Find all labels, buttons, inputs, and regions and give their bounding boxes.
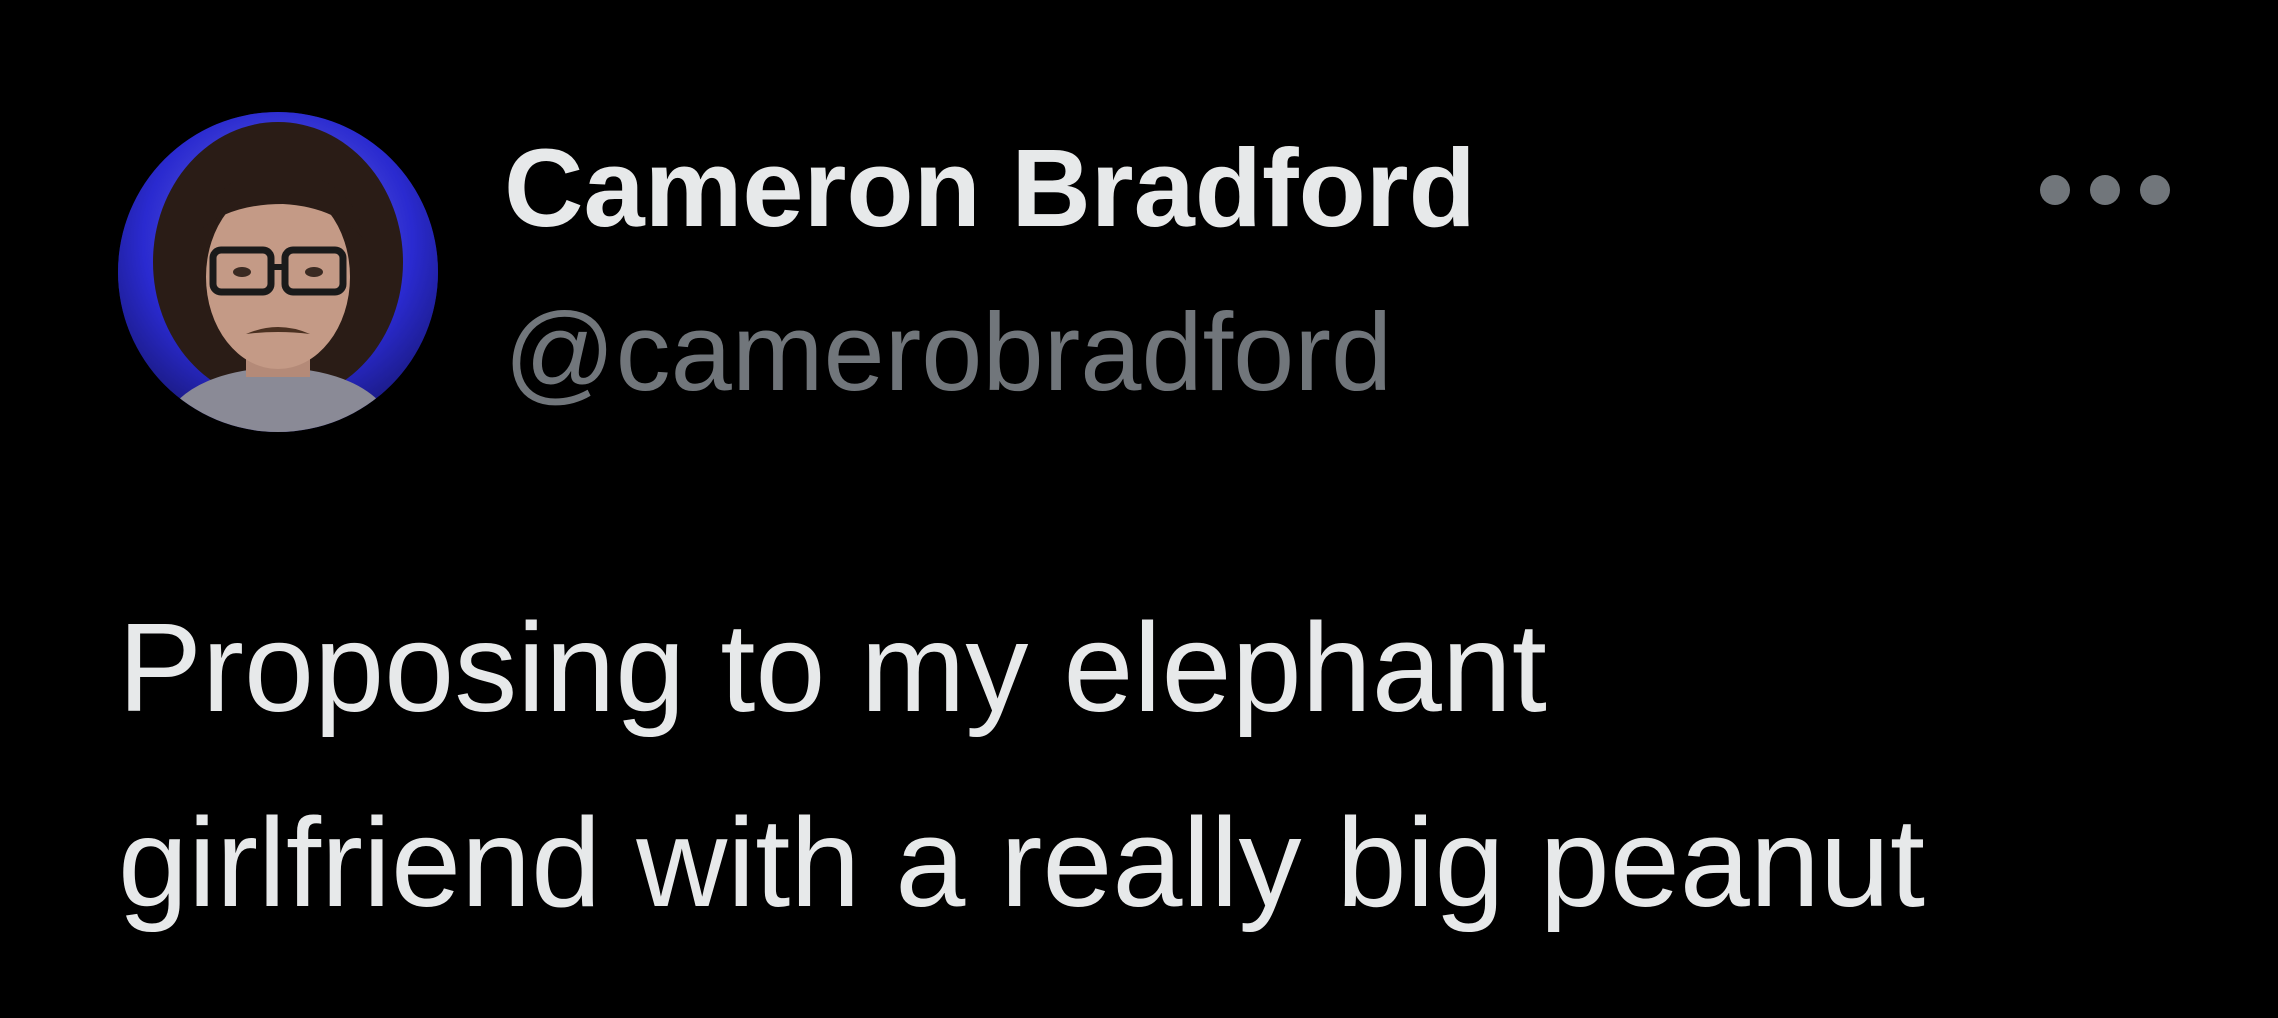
more-horizontal-icon-dot — [2090, 175, 2120, 205]
more-options-button[interactable] — [2040, 168, 2170, 212]
tweet-text-line: Proposing to my elephant — [118, 597, 1547, 738]
more-horizontal-icon — [2040, 175, 2070, 205]
avatar[interactable] — [118, 112, 438, 432]
tweet-card: Cameron Bradford @camerobradford Proposi… — [0, 0, 2278, 1018]
author-handle[interactable]: @camerobradford — [504, 292, 1392, 413]
author-display-name[interactable]: Cameron Bradford — [504, 128, 1476, 249]
tweet-text: Proposing to my elephant girlfriend with… — [118, 570, 2218, 960]
avatar-photo-icon — [118, 112, 438, 432]
more-horizontal-icon-dot — [2140, 175, 2170, 205]
tweet-text-line: girlfriend with a really big peanut — [118, 792, 1926, 933]
